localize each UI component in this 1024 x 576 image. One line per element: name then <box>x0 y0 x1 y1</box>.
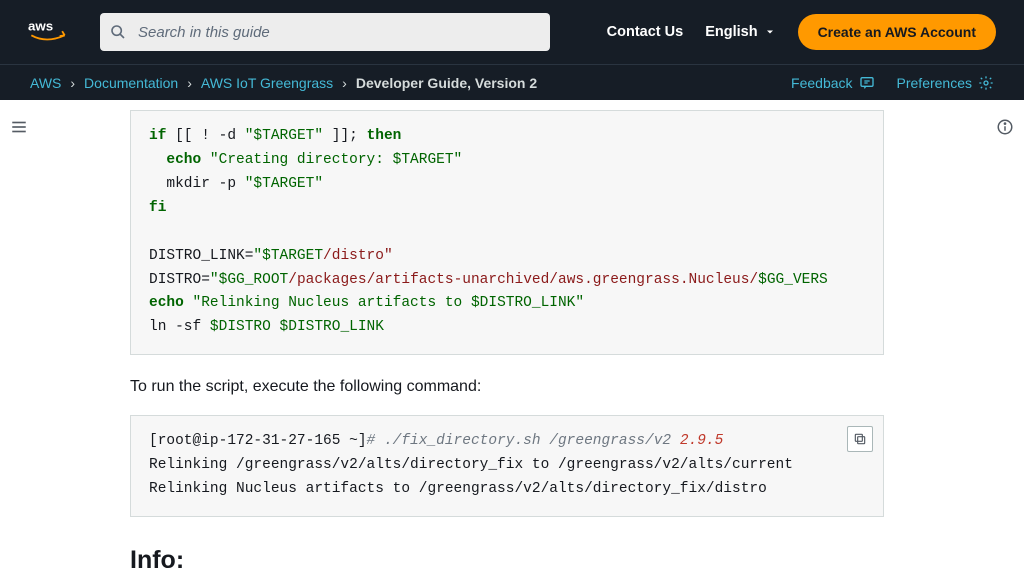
code-output-line: Relinking Nucleus artifacts to /greengra… <box>149 481 767 497</box>
feedback-link[interactable]: Feedback <box>791 75 874 91</box>
code-var: "$TARGET <box>253 248 323 264</box>
code-prompt: [root@ip-172-31-27-165 ~] <box>149 433 367 449</box>
code-text: DISTRO_LINK= <box>149 248 253 264</box>
search-icon <box>110 24 126 40</box>
code-var: $GG_VERS <box>758 272 828 288</box>
code-block-script: if [[ ! -d "$TARGET" ]]; then echo "Crea… <box>130 110 884 355</box>
top-nav: aws Contact Us English Create an AWS Acc… <box>0 0 1024 64</box>
contact-us-link[interactable]: Contact Us <box>607 24 684 40</box>
breadcrumb-documentation[interactable]: Documentation <box>84 75 178 91</box>
code-var: $DISTRO <box>210 319 280 335</box>
breadcrumb-bar: AWS › Documentation › AWS IoT Greengrass… <box>0 64 1024 100</box>
svg-text:aws: aws <box>28 18 53 33</box>
code-str: " <box>575 295 584 311</box>
language-label: English <box>705 24 757 40</box>
code-var: $DISTRO_LINK <box>280 319 384 335</box>
code-text: ln -sf <box>149 319 210 335</box>
code-replaceable: 2.9.5 <box>680 433 724 449</box>
breadcrumb-current: Developer Guide, Version 2 <box>356 75 537 91</box>
code-str: "Creating directory: $TARGET" <box>201 152 462 168</box>
main-viewport: if [[ ! -d "$TARGET" ]]; then echo "Crea… <box>0 100 1024 576</box>
heading-prefix: Info: <box>130 546 184 574</box>
code-block-run: [root@ip-172-31-27-165 ~]# ./fix_directo… <box>130 415 884 517</box>
code-var: "$TARGET" <box>245 176 323 192</box>
code-var: "$TARGET" <box>245 128 323 144</box>
chevron-right-icon: › <box>70 75 75 91</box>
code-var: $DISTRO_LINK <box>471 295 575 311</box>
code-str: "Relinking Nucleus artifacts to <box>184 295 471 311</box>
create-account-button[interactable]: Create an AWS Account <box>798 14 996 50</box>
code-kw: if <box>149 128 166 144</box>
doc-content: if [[ ! -d "$TARGET" ]]; then echo "Crea… <box>40 100 984 576</box>
code-command: # ./fix_directory.sh /greengrass/v2 <box>367 433 680 449</box>
copy-button[interactable] <box>847 426 873 452</box>
chevron-right-icon: › <box>342 75 347 91</box>
paragraph-run-script: To run the script, execute the following… <box>130 375 884 399</box>
preferences-label: Preferences <box>897 75 972 91</box>
code-str: /distro" <box>323 248 393 264</box>
code-kw: fi <box>149 200 166 216</box>
code-kw: echo <box>166 152 201 168</box>
aws-logo[interactable]: aws <box>28 17 78 47</box>
code-var: "$GG_ROOT <box>210 272 288 288</box>
chevron-right-icon: › <box>187 75 192 91</box>
breadcrumb-aws[interactable]: AWS <box>30 75 61 91</box>
breadcrumb-iot-greengrass[interactable]: AWS IoT Greengrass <box>201 75 333 91</box>
code-kw: echo <box>149 295 184 311</box>
code-kw: then <box>367 128 402 144</box>
code-output-line: Relinking /greengrass/v2/alts/directory_… <box>149 457 793 473</box>
feedback-icon <box>859 75 875 91</box>
code-str: /packages/artifacts-unarchived/aws.green… <box>288 272 758 288</box>
code-text: [[ ! -d <box>166 128 244 144</box>
code-text: DISTRO= <box>149 272 210 288</box>
sidebar-toggle-button[interactable] <box>10 118 28 136</box>
code-text: mkdir -p <box>149 176 245 192</box>
code-text: ]]; <box>323 128 367 144</box>
feedback-label: Feedback <box>791 75 852 91</box>
info-toggle-button[interactable] <box>996 118 1014 136</box>
gear-icon <box>978 75 994 91</box>
search-input[interactable] <box>100 13 550 51</box>
search-container <box>100 13 550 51</box>
chevron-down-icon <box>764 26 776 38</box>
preferences-link[interactable]: Preferences <box>897 75 994 91</box>
error-heading: Info: com.aws.greengrass.deployment.exce… <box>130 545 884 576</box>
language-selector[interactable]: English <box>705 24 775 40</box>
